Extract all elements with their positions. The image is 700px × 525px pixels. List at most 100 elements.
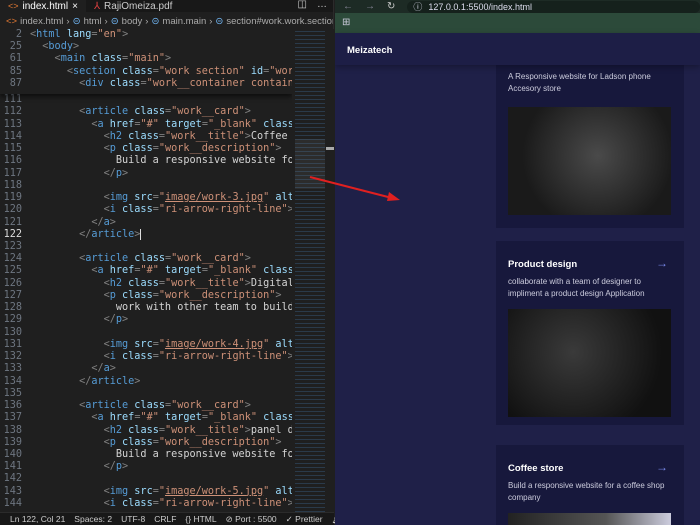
tab-index-html[interactable]: <> index.html × — [0, 0, 86, 12]
work-image — [508, 513, 671, 525]
code-text: <p class="work__description"> — [103, 436, 282, 448]
bookmarks-bar: ⊞ — [335, 13, 700, 33]
code-text: </p> — [103, 461, 129, 473]
browser-window: ← → ↻ ⓘ 127.0.0.1:5500/index.html ⊞ Meiza… — [335, 0, 700, 525]
code-text: Build a responsive website for a co — [115, 155, 292, 167]
breadcrumb-item[interactable]: html — [84, 16, 102, 27]
code-line[interactable]: 118 — [0, 180, 292, 192]
code-line[interactable]: 115 <p class="work__description"> — [0, 143, 292, 155]
code-line[interactable]: 138 <h2 class="work__title">panel design… — [0, 425, 292, 437]
code-text: <article class="work__card"> — [79, 106, 251, 118]
code-line[interactable]: 136 <article class="work__card"> — [0, 400, 292, 412]
code-text: <h2 class="work__title">Digital marke — [103, 277, 292, 289]
line-number: 132 — [3, 351, 22, 363]
code-line[interactable]: 126 <h2 class="work__title">Digital mark… — [0, 278, 292, 290]
code-text: <i class="ri-arrow-right-line"></i> — [103, 497, 292, 509]
apps-icon[interactable]: ⊞ — [342, 17, 350, 28]
work-card[interactable]: Product design → collaborate with a team… — [496, 241, 684, 425]
breadcrumb-item[interactable]: body — [122, 16, 143, 27]
code-line[interactable]: 132 <i class="ri-arrow-right-line"></i> — [0, 351, 292, 363]
reload-icon[interactable]: ↻ — [387, 1, 395, 12]
code-line[interactable]: 131 <img src="image/work-4.jpg" alt="ima… — [0, 339, 292, 351]
code-line[interactable]: 116 Build a responsive website for a co — [0, 155, 292, 167]
code-line[interactable]: 133 </a> — [0, 363, 292, 375]
scrollbar-thumb[interactable] — [326, 147, 334, 150]
text-cursor — [140, 229, 142, 241]
back-icon[interactable]: ← — [343, 1, 353, 12]
code-line[interactable]: 137 <a href="#" target="_blank" class="w… — [0, 412, 292, 424]
breadcrumb-item[interactable]: main.main — [162, 16, 206, 27]
code-line[interactable]: 135 — [0, 388, 292, 400]
code-line[interactable]: 139 <p class="work__description"> — [0, 437, 292, 449]
minimap[interactable] — [295, 29, 325, 513]
split-editor-icon[interactable]: ◫ — [298, 0, 307, 10]
code-line[interactable]: 141 </p> — [0, 461, 292, 473]
more-actions-icon[interactable]: … — [317, 0, 327, 10]
code-line[interactable]: 134 </article> — [0, 376, 292, 388]
code-text: <i class="ri-arrow-right-line"></i> — [103, 204, 292, 216]
code-line[interactable]: 130 — [0, 327, 292, 339]
arrow-right-icon[interactable]: → — [656, 256, 668, 270]
forward-icon[interactable]: → — [365, 1, 375, 12]
code-line[interactable]: 61 <main class="main"> — [0, 53, 292, 65]
code-line[interactable]: 127 <p class="work__description"> — [0, 290, 292, 302]
indentation[interactable]: Spaces: 2 — [74, 514, 112, 524]
code-line[interactable]: 114 <h2 class="work__title">Coffee store… — [0, 131, 292, 143]
code-line[interactable]: 128 work with other team to build a deg — [0, 302, 292, 314]
line-number: 136 — [3, 400, 22, 412]
line-number: 141 — [3, 461, 22, 473]
code-area[interactable]: 2 <html lang="en"> 25 <body> 61 <main class… — [0, 29, 292, 513]
arrow-right-icon[interactable]: → — [656, 460, 668, 474]
code-line[interactable]: 144 <i class="ri-arrow-right-line"></i> — [0, 498, 292, 510]
code-line[interactable]: 140 Build a responsive website for cryp — [0, 449, 292, 461]
code-line[interactable]: 25 <body> — [0, 41, 292, 53]
code-text: </article> — [79, 228, 141, 240]
line-number: 143 — [3, 485, 22, 497]
minimap-slider[interactable] — [295, 139, 325, 189]
code-text: <p class="work__description"> — [103, 143, 282, 155]
code-line[interactable]: 111 — [0, 94, 292, 106]
html-file-icon: <> — [8, 1, 19, 11]
prettier-status[interactable]: ✓ Prettier — [286, 514, 323, 525]
code-line[interactable]: 113 <a href="#" target="_blank" class="w… — [0, 119, 292, 131]
work-card[interactable]: Coffee store → Build a responsive websit… — [496, 445, 684, 525]
line-number: 120 — [3, 204, 22, 216]
tab-pdf[interactable]: ⅄ RajiOmeiza.pdf — [86, 0, 180, 12]
code-line[interactable]: 122 </article> — [0, 229, 292, 241]
code-line[interactable]: 124 <article class="work__card"> — [0, 253, 292, 265]
cursor-position[interactable]: Ln 122, Col 21 — [10, 514, 65, 524]
scrollbar[interactable] — [326, 29, 334, 513]
code-line[interactable]: 2 <html lang="en"> — [0, 29, 292, 41]
code-text: <h2 class="work__title">panel design< — [103, 424, 292, 436]
live-server-port[interactable]: ⊘ Port : 5500 — [226, 514, 277, 525]
line-number: 133 — [3, 363, 22, 375]
code-line[interactable]: 87 <div class="work__container container… — [0, 78, 292, 90]
code-lines[interactable]: 111 112 <article class="work__card"> 113 <… — [0, 94, 292, 510]
sticky-scroll[interactable]: 2 <html lang="en"> 25 <body> 61 <main class… — [0, 29, 292, 95]
code-line[interactable]: 112 <article class="work__card"> — [0, 106, 292, 118]
line-number: 134 — [3, 375, 22, 387]
code-line[interactable]: 143 <img src="image/work-5.jpg" alt="ima… — [0, 486, 292, 498]
code-line[interactable]: 129 </p> — [0, 314, 292, 326]
line-number: 119 — [3, 192, 22, 204]
line-number: 126 — [3, 277, 22, 289]
line-number: 118 — [3, 179, 22, 191]
code-line[interactable]: 117 </p> — [0, 168, 292, 180]
breadcrumb-item[interactable]: index.html — [20, 16, 63, 27]
web-page[interactable]: Meizatech A Responsive website for Ladso… — [335, 33, 700, 525]
site-logo[interactable]: Meizatech — [347, 45, 392, 56]
code-line[interactable]: 119 <img src="image/work-3.jpg" alt="ima… — [0, 192, 292, 204]
language-mode[interactable]: {} HTML — [185, 514, 216, 524]
encoding[interactable]: UTF-8 — [121, 514, 145, 524]
code-line[interactable]: 120 <i class="ri-arrow-right-line"></i> — [0, 204, 292, 216]
close-icon[interactable]: × — [72, 1, 78, 12]
code-line[interactable]: 85 <section class="work section" id="wor… — [0, 66, 292, 78]
breadcrumb-item[interactable]: section#work.work.section — [226, 16, 333, 27]
code-line[interactable]: 142 — [0, 473, 292, 485]
line-ending[interactable]: CRLF — [154, 514, 176, 524]
code-line[interactable]: 123 — [0, 241, 292, 253]
code-line[interactable]: 125 <a href="#" target="_blank" class="w… — [0, 265, 292, 277]
info-icon[interactable]: ⓘ — [413, 0, 422, 13]
code-line[interactable]: 121 </a> — [0, 217, 292, 229]
address-bar[interactable]: ⓘ 127.0.0.1:5500/index.html — [407, 0, 700, 13]
